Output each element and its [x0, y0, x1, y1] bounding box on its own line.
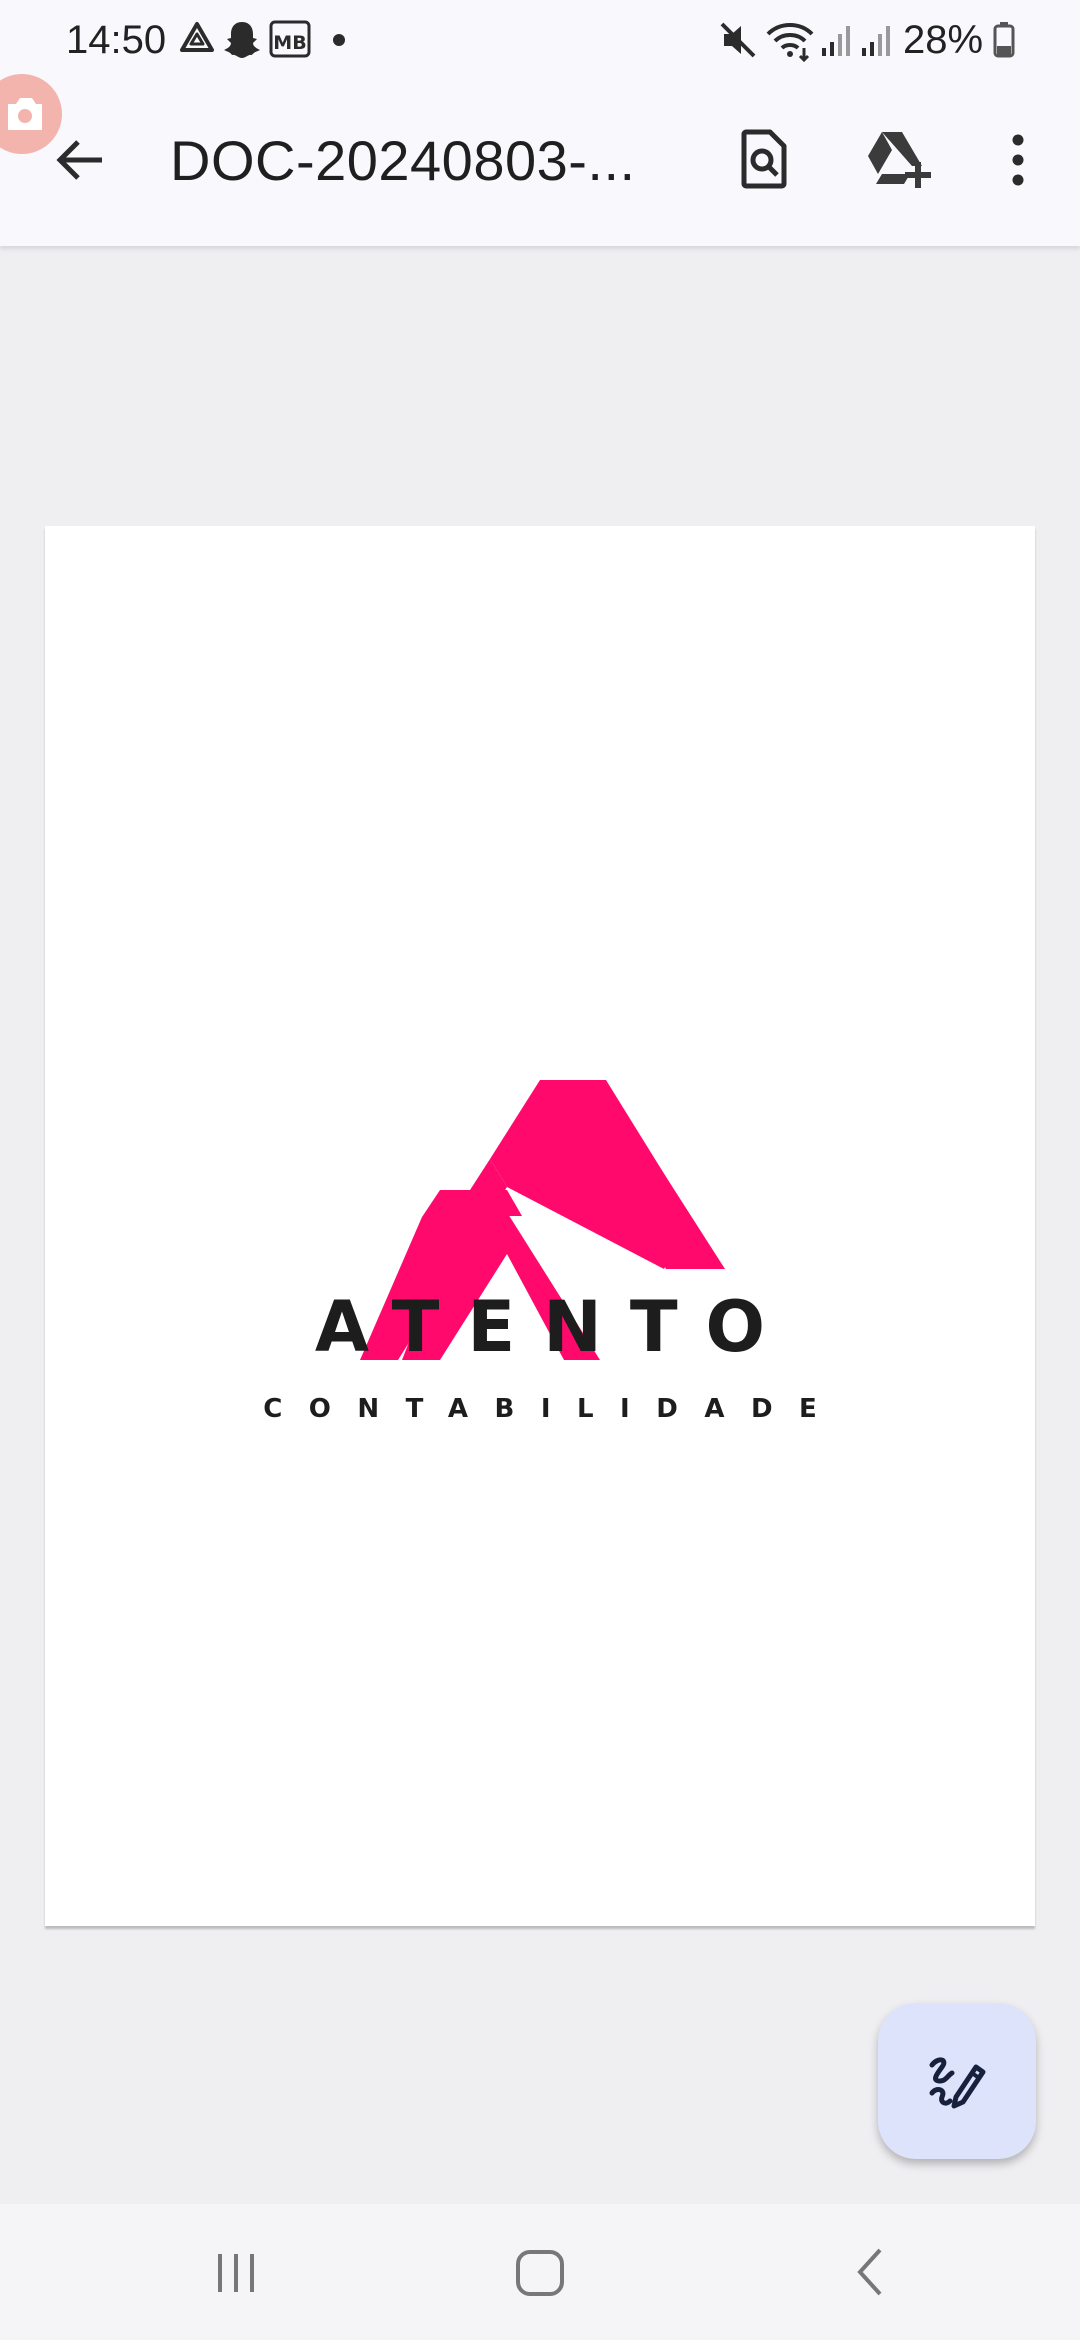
edit-fab-button[interactable] [878, 2003, 1036, 2159]
document-page: ATENTO CONTABILIDADE [45, 526, 1035, 1926]
drive-icon [180, 22, 214, 52]
top-area: 14:50 MB 28% DOC-20240803-... [0, 0, 1080, 246]
app-bar: DOC-20240803-... [0, 80, 1080, 246]
recent-apps-icon [218, 2254, 254, 2292]
notification-dot-icon [333, 34, 345, 46]
logo-wordmark: ATENTO [314, 1286, 794, 1368]
document-title: DOC-20240803-... [170, 129, 636, 192]
more-options-icon[interactable] [1006, 132, 1030, 188]
mb-icon: MB [269, 20, 311, 58]
battery-percent: 28% [903, 18, 984, 62]
status-bar: 14:50 MB 28% [0, 0, 1080, 80]
status-time: 14:50 [66, 18, 167, 62]
find-in-document-icon[interactable] [738, 128, 790, 190]
logo-subtitle: CONTABILIDADE [263, 1394, 844, 1424]
back-nav-icon [857, 2248, 882, 2296]
svg-text:MB: MB [273, 32, 306, 54]
edit-annotate-icon [929, 2057, 986, 2109]
back-icon[interactable] [52, 132, 108, 188]
camera-icon [8, 98, 42, 130]
recent-apps-button[interactable] [176, 2232, 296, 2312]
battery-icon [993, 22, 1015, 58]
mute-icon [720, 22, 756, 58]
signal-icon [822, 26, 850, 56]
home-icon [516, 2250, 564, 2296]
save-to-drive-icon[interactable] [866, 128, 934, 190]
document-viewer[interactable]: ATENTO CONTABILIDADE [0, 246, 1080, 2204]
wifi-icon [766, 23, 814, 62]
signal-icon [862, 26, 890, 56]
snapchat-icon [224, 22, 260, 58]
back-nav-button[interactable] [812, 2232, 932, 2312]
home-button[interactable] [480, 2232, 600, 2312]
system-nav-bar [0, 2204, 1080, 2340]
